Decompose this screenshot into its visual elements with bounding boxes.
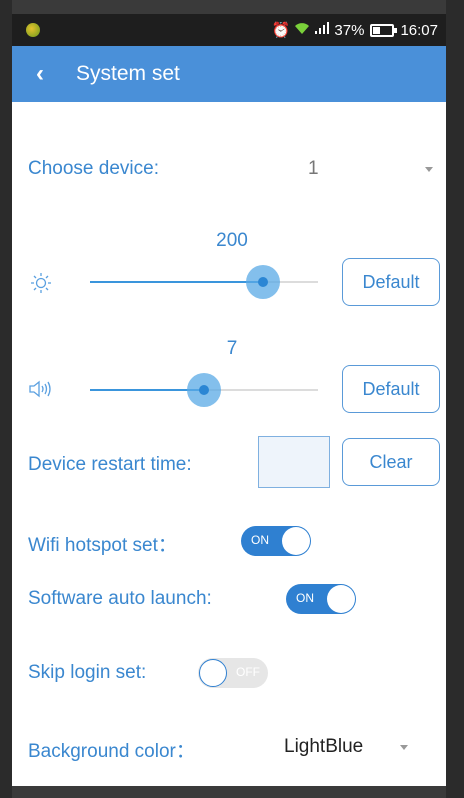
wifi-hotspot-toggle[interactable]: ON	[241, 526, 311, 556]
device-frame-right	[446, 0, 464, 798]
toggle-knob	[327, 585, 355, 613]
back-button[interactable]: ‹	[12, 46, 58, 102]
toggle-state-text: OFF	[236, 665, 260, 679]
volume-slider-thumb[interactable]	[187, 373, 221, 407]
auto-launch-label: Software auto launch:	[28, 588, 212, 609]
page-title: System set	[76, 62, 180, 85]
background-color-value: LightBlue	[284, 736, 364, 757]
sun-icon	[30, 272, 52, 300]
wifi-icon	[294, 21, 310, 39]
skip-login-toggle[interactable]: OFF	[198, 658, 268, 688]
brightness-slider[interactable]	[90, 265, 318, 299]
alarm-icon: ⏰	[271, 22, 291, 39]
toggle-state-text: ON	[296, 591, 314, 605]
battery-percent: 37%	[334, 21, 365, 39]
wifi-hotspot-label: Wifi hotspot set：	[28, 535, 177, 556]
dialog-screen: ⏰ 37% 16:07 ‹ System set Choose device: …	[12, 14, 446, 786]
device-select[interactable]: 1	[292, 154, 442, 184]
device-frame-left	[0, 0, 12, 798]
app-notification-icon	[26, 23, 40, 37]
device-select-value: 1	[308, 158, 319, 179]
volume-slider[interactable]	[90, 373, 318, 407]
dropdown-arrow-icon	[425, 167, 433, 172]
volume-value: 7	[226, 338, 238, 359]
speaker-icon	[28, 380, 54, 402]
settings-content: Choose device: 1 200 Default 7 Default D…	[12, 102, 446, 786]
toggle-knob	[199, 659, 227, 687]
restart-time-label: Device restart time:	[28, 454, 192, 475]
battery-icon	[370, 23, 398, 37]
toggle-state-text: ON	[251, 533, 269, 547]
clear-button[interactable]: Clear	[342, 438, 440, 486]
background-color-label: Background color：	[28, 741, 195, 762]
toggle-knob	[282, 527, 310, 555]
skip-login-label: Skip login set:	[28, 662, 147, 683]
status-bar: ⏰ 37% 16:07	[12, 14, 446, 46]
brightness-slider-fill	[90, 281, 264, 283]
choose-device-label: Choose device:	[28, 158, 159, 179]
background-color-select[interactable]: LightBlue	[278, 732, 418, 762]
auto-launch-toggle[interactable]: ON	[286, 584, 356, 614]
back-chevron-icon: ‹	[36, 60, 44, 87]
restart-time-input[interactable]	[258, 436, 330, 488]
brightness-value: 200	[216, 230, 248, 251]
dropdown-arrow-icon	[400, 745, 408, 750]
brightness-slider-thumb[interactable]	[246, 265, 281, 299]
brightness-default-button[interactable]: Default	[342, 258, 440, 306]
status-indicators: ⏰ 37% 16:07	[272, 14, 438, 46]
volume-default-button[interactable]: Default	[342, 365, 440, 413]
app-bar: ‹ System set	[12, 46, 446, 102]
signal-icon	[314, 21, 330, 39]
status-time: 16:07	[400, 21, 438, 39]
